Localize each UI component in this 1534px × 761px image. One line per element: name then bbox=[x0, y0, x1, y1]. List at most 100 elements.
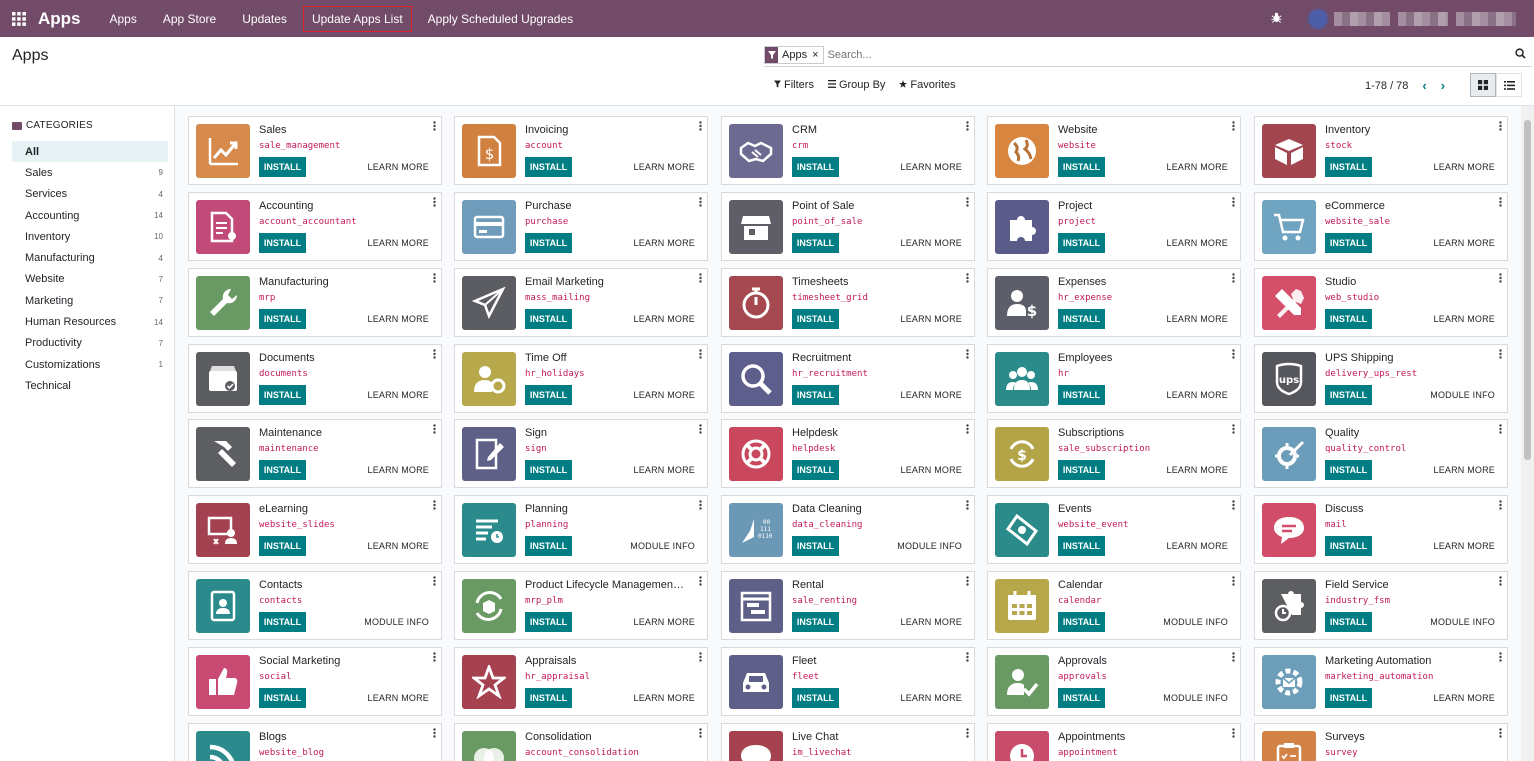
install-button[interactable]: INSTALL bbox=[525, 309, 572, 329]
app-card-appointment[interactable]: Appointments appointment bbox=[987, 723, 1241, 761]
learn-more-link[interactable]: LEARN MORE bbox=[1166, 238, 1228, 248]
learn-more-link[interactable]: LEARN MORE bbox=[633, 465, 695, 475]
install-button[interactable]: INSTALL bbox=[1058, 233, 1105, 253]
app-card-purchase[interactable]: Purchase purchase INSTALL LEARN MORE bbox=[454, 192, 708, 261]
install-button[interactable]: INSTALL bbox=[1325, 385, 1372, 405]
app-card-approvals[interactable]: Approvals approvals INSTALL MODULE INFO bbox=[987, 647, 1241, 716]
card-menu-kebab-icon[interactable] bbox=[966, 652, 969, 663]
install-button[interactable]: INSTALL bbox=[1058, 385, 1105, 405]
card-menu-kebab-icon[interactable] bbox=[433, 121, 436, 132]
learn-more-link[interactable]: LEARN MORE bbox=[1166, 162, 1228, 172]
learn-more-link[interactable]: LEARN MORE bbox=[1433, 541, 1495, 551]
learn-more-link[interactable]: LEARN MORE bbox=[900, 314, 962, 324]
app-card-data-cleaning[interactable]: 00 111 0110 Data Cleaning data_cleaning INSTA… bbox=[721, 495, 975, 564]
learn-more-link[interactable]: LEARN MORE bbox=[633, 238, 695, 248]
learn-more-link[interactable]: LEARN MORE bbox=[1166, 465, 1228, 475]
app-card-stock[interactable]: Inventory stock INSTALL LEARN MORE bbox=[1254, 116, 1508, 185]
learn-more-link[interactable]: LEARN MORE bbox=[900, 693, 962, 703]
card-menu-kebab-icon[interactable] bbox=[433, 500, 436, 511]
app-card-website-event[interactable]: Events website_event INSTALL LEARN MORE bbox=[987, 495, 1241, 564]
card-menu-kebab-icon[interactable] bbox=[1499, 500, 1502, 511]
card-menu-kebab-icon[interactable] bbox=[1232, 576, 1235, 587]
module-info-link[interactable]: MODULE INFO bbox=[630, 541, 695, 551]
category-item-services[interactable]: Services 4 bbox=[12, 184, 168, 205]
app-card-hr-holidays[interactable]: Time Off hr_holidays INSTALL LEARN MORE bbox=[454, 344, 708, 413]
learn-more-link[interactable]: LEARN MORE bbox=[633, 162, 695, 172]
app-card-crm[interactable]: CRM crm INSTALL LEARN MORE bbox=[721, 116, 975, 185]
app-card-hr-appraisal[interactable]: Appraisals hr_appraisal INSTALL LEARN MORE bbox=[454, 647, 708, 716]
install-button[interactable]: INSTALL bbox=[525, 233, 572, 253]
app-card-helpdesk[interactable]: Helpdesk helpdesk INSTALL LEARN MORE bbox=[721, 419, 975, 488]
app-card-account-consolidation[interactable]: Consolidation account_consolidation bbox=[454, 723, 708, 761]
card-menu-kebab-icon[interactable] bbox=[1499, 349, 1502, 360]
card-menu-kebab-icon[interactable] bbox=[1232, 273, 1235, 284]
card-menu-kebab-icon[interactable] bbox=[966, 424, 969, 435]
card-menu-kebab-icon[interactable] bbox=[1232, 349, 1235, 360]
app-card-maintenance[interactable]: Maintenance maintenance INSTALL LEARN MORE bbox=[188, 419, 442, 488]
filters-button[interactable]: Filters bbox=[774, 79, 814, 91]
learn-more-link[interactable]: LEARN MORE bbox=[1433, 693, 1495, 703]
learn-more-link[interactable]: LEARN MORE bbox=[1433, 162, 1495, 172]
learn-more-link[interactable]: LEARN MORE bbox=[367, 465, 429, 475]
learn-more-link[interactable]: LEARN MORE bbox=[367, 238, 429, 248]
category-item-manufacturing[interactable]: Manufacturing 4 bbox=[12, 247, 168, 268]
app-menu-grid-icon[interactable] bbox=[0, 0, 38, 37]
list-view-icon[interactable] bbox=[1496, 73, 1522, 97]
vertical-scrollbar[interactable] bbox=[1521, 106, 1534, 761]
learn-more-link[interactable]: LEARN MORE bbox=[900, 390, 962, 400]
card-menu-kebab-icon[interactable] bbox=[699, 500, 702, 511]
app-card-website[interactable]: Website website INSTALL LEARN MORE bbox=[987, 116, 1241, 185]
app-card-web-studio[interactable]: Studio web_studio INSTALL LEARN MORE bbox=[1254, 268, 1508, 337]
groupby-button[interactable]: Group By bbox=[827, 79, 885, 91]
install-button[interactable]: INSTALL bbox=[1325, 309, 1372, 329]
learn-more-link[interactable]: LEARN MORE bbox=[367, 390, 429, 400]
app-card-sign[interactable]: Sign sign INSTALL LEARN MORE bbox=[454, 419, 708, 488]
install-button[interactable]: INSTALL bbox=[1058, 460, 1105, 480]
learn-more-link[interactable]: LEARN MORE bbox=[633, 390, 695, 400]
install-button[interactable]: INSTALL bbox=[792, 157, 839, 177]
pager-value[interactable]: 1-78 / 78 bbox=[1365, 80, 1408, 92]
card-menu-kebab-icon[interactable] bbox=[1232, 652, 1235, 663]
learn-more-link[interactable]: LEARN MORE bbox=[1166, 390, 1228, 400]
card-menu-kebab-icon[interactable] bbox=[1499, 273, 1502, 284]
module-info-link[interactable]: MODULE INFO bbox=[897, 541, 962, 551]
learn-more-link[interactable]: LEARN MORE bbox=[367, 693, 429, 703]
card-menu-kebab-icon[interactable] bbox=[966, 349, 969, 360]
card-menu-kebab-icon[interactable] bbox=[966, 121, 969, 132]
category-item-website[interactable]: Website 7 bbox=[12, 269, 168, 290]
card-menu-kebab-icon[interactable] bbox=[1499, 576, 1502, 587]
install-button[interactable]: INSTALL bbox=[525, 157, 572, 177]
install-button[interactable]: INSTALL bbox=[259, 233, 306, 253]
nav-apply-scheduled-upgrades[interactable]: Apply Scheduled Upgrades bbox=[415, 6, 586, 32]
app-card-documents[interactable]: Documents documents INSTALL LEARN MORE bbox=[188, 344, 442, 413]
app-card-mrp-plm[interactable]: Product Lifecycle Management (... mrp_plm… bbox=[454, 571, 708, 640]
install-button[interactable]: INSTALL bbox=[259, 460, 306, 480]
module-info-link[interactable]: MODULE INFO bbox=[1430, 390, 1495, 400]
install-button[interactable]: INSTALL bbox=[1325, 688, 1372, 708]
install-button[interactable]: INSTALL bbox=[1325, 157, 1372, 177]
install-button[interactable]: INSTALL bbox=[792, 385, 839, 405]
category-item-all[interactable]: All bbox=[12, 141, 168, 163]
learn-more-link[interactable]: LEARN MORE bbox=[900, 162, 962, 172]
card-menu-kebab-icon[interactable] bbox=[699, 349, 702, 360]
app-card-account-accountant[interactable]: Accounting account_accountant INSTALL LEARN… bbox=[188, 192, 442, 261]
install-button[interactable]: INSTALL bbox=[1058, 309, 1105, 329]
install-button[interactable]: INSTALL bbox=[1058, 612, 1105, 632]
module-info-link[interactable]: MODULE INFO bbox=[1430, 617, 1495, 627]
app-card-marketing-automation[interactable]: Marketing Automation marketing_automation… bbox=[1254, 647, 1508, 716]
facet-remove-icon[interactable]: × bbox=[811, 49, 822, 61]
category-item-human-resources[interactable]: Human Resources 14 bbox=[12, 311, 168, 332]
app-card-mail[interactable]: Discuss mail INSTALL LEARN MORE bbox=[1254, 495, 1508, 564]
card-menu-kebab-icon[interactable] bbox=[1232, 197, 1235, 208]
install-button[interactable]: INSTALL bbox=[525, 460, 572, 480]
card-menu-kebab-icon[interactable] bbox=[433, 197, 436, 208]
app-card-sale-management[interactable]: Sales sale_management INSTALL LEARN MORE bbox=[188, 116, 442, 185]
app-card-industry-fsm[interactable]: Field Service industry_fsm INSTALL MODULE I… bbox=[1254, 571, 1508, 640]
module-info-link[interactable]: MODULE INFO bbox=[1163, 617, 1228, 627]
learn-more-link[interactable]: LEARN MORE bbox=[1166, 314, 1228, 324]
learn-more-link[interactable]: LEARN MORE bbox=[900, 238, 962, 248]
learn-more-link[interactable]: LEARN MORE bbox=[367, 314, 429, 324]
card-menu-kebab-icon[interactable] bbox=[1232, 728, 1235, 739]
install-button[interactable]: INSTALL bbox=[792, 612, 839, 632]
install-button[interactable]: INSTALL bbox=[792, 309, 839, 329]
